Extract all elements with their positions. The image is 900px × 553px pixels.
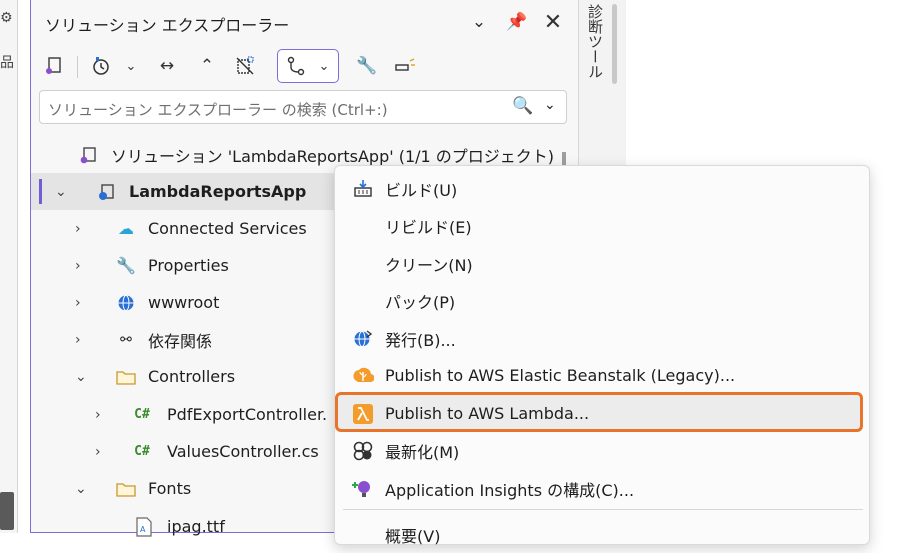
publish-globe-icon (351, 327, 375, 351)
chevron-down-icon: ⌄ (318, 58, 330, 74)
modernize-icon (351, 439, 375, 463)
diagnostic-tools-tab[interactable]: 診断ツール (585, 4, 606, 79)
tree-item-label: 依存関係 (148, 331, 213, 351)
menu-item-modernize[interactable]: 最新化(M) (341, 432, 863, 469)
chevron-right-icon[interactable]: › (95, 444, 101, 460)
menu-item-label: Publish to AWS Lambda... (385, 404, 590, 423)
sync-arrows-icon[interactable]: ↔ (153, 52, 181, 80)
connected-services-icon: ☁ (118, 219, 134, 238)
solution-icon (77, 144, 99, 166)
wrench-icon: 🔧 (116, 256, 136, 275)
tree-item-label: ValuesController.cs (167, 442, 319, 461)
tree-item-label: Controllers (148, 367, 236, 386)
pending-changes-icon[interactable] (87, 52, 115, 80)
chevron-down-icon[interactable]: ⌄ (75, 369, 87, 385)
context-menu: ビルド(U) リビルド(E) クリーン(N) パック(P) 発行(B)... P… (334, 165, 870, 546)
chevron-right-icon[interactable]: › (75, 221, 81, 237)
chevron-down-icon[interactable]: ⌄ (465, 8, 493, 36)
explorer-toolbar: ⌄ ↔ ⌃ ⌄ 🔧 (31, 46, 577, 86)
left-tool-strip: ⚙ 品 (0, 0, 18, 533)
font-file-icon: A (133, 516, 155, 538)
menu-item-publish[interactable]: 発行(B)... (341, 320, 863, 357)
menu-item-rebuild[interactable]: リビルド(E) (341, 207, 863, 244)
git-filter-button[interactable]: ⌄ (277, 49, 339, 83)
svg-text:A: A (140, 525, 146, 534)
csharp-icon: C# (134, 407, 150, 422)
selection-marker (39, 179, 42, 204)
chevron-down-icon[interactable]: ⌄ (544, 97, 556, 113)
web-project-icon (95, 181, 117, 203)
globe-icon (115, 292, 137, 314)
search-input[interactable]: ソリューション エクスプローラー の検索 (Ctrl+:) (48, 99, 388, 120)
gear-icon[interactable]: ⚙ (0, 10, 13, 26)
search-icon[interactable]: 🔍 (512, 96, 533, 116)
wrench-icon[interactable]: 🔧 (353, 52, 381, 80)
csharp-icon: C# (134, 444, 150, 459)
menu-item-label: Publish to AWS Elastic Beanstalk (Legacy… (385, 366, 736, 385)
tree-item-label: PdfExportController. (167, 405, 328, 424)
tree-item-label: ソリューション 'LambdaReportsApp' (1/1 のプロジェクト) (111, 146, 555, 166)
chevron-right-icon[interactable]: › (75, 258, 81, 274)
menu-item-label: パック(P) (385, 292, 456, 312)
tree-item-label: ipag.ttf (167, 517, 225, 536)
preview-icon[interactable] (391, 52, 419, 80)
menu-item-publish-lambda[interactable]: Publish to AWS Lambda... (341, 395, 863, 432)
chevron-right-icon[interactable]: › (75, 332, 81, 348)
menu-item-label: Application Insights の構成(C)... (385, 480, 635, 500)
menu-item-clean[interactable]: クリーン(N) (341, 245, 863, 282)
folder-icon (115, 478, 137, 500)
menu-item-label: 最新化(M) (385, 442, 460, 462)
chevron-right-icon[interactable]: › (95, 407, 101, 423)
chevron-right-icon[interactable]: › (75, 295, 81, 311)
menu-item-overview[interactable]: 概要(V) (341, 516, 863, 553)
tree-item-label: LambdaReportsApp (129, 182, 307, 201)
build-icon (351, 177, 375, 201)
explorer-title-bar: ソリューション エクスプローラー ⌄ 📌 ✕ (31, 0, 577, 44)
scrollbar-thumb[interactable] (612, 4, 617, 84)
left-scroll-thumb[interactable] (0, 492, 14, 530)
menu-item-label: クリーン(N) (385, 255, 473, 275)
show-all-files-icon[interactable] (231, 52, 259, 80)
chevron-down-icon[interactable]: ⌄ (55, 184, 67, 200)
menu-item-label: 概要(V) (385, 526, 441, 546)
menu-item-label: 発行(B)... (385, 330, 456, 350)
tree-item-label: wwwroot (148, 293, 220, 312)
close-icon[interactable]: ✕ (539, 8, 567, 36)
aws-beanstalk-icon (351, 364, 375, 388)
switch-views-icon[interactable] (39, 52, 67, 80)
tree-item-label: Fonts (148, 479, 192, 498)
dependencies-icon: ⚯ (120, 331, 132, 348)
chevron-down-icon[interactable]: ⌄ (75, 481, 87, 497)
pin-icon[interactable]: 📌 (503, 8, 531, 36)
branch-icon (282, 52, 310, 80)
menu-item-pack[interactable]: パック(P) (341, 282, 863, 319)
menu-item-build[interactable]: ビルド(U) (341, 170, 863, 207)
menu-item-label: ビルド(U) (385, 180, 458, 200)
chevron-down-icon[interactable]: ⌄ (117, 52, 145, 80)
folder-icon (115, 366, 137, 388)
app-insights-icon (351, 477, 375, 501)
tree-item-label: Properties (148, 256, 229, 275)
menu-item-label: リビルド(E) (385, 217, 472, 237)
explorer-title: ソリューション エクスプローラー (45, 16, 290, 35)
tree-item-label: Connected Services (148, 219, 307, 238)
menu-separator (343, 509, 863, 510)
aws-lambda-icon (351, 402, 375, 426)
toolbar-divider (77, 56, 78, 78)
menu-item-publish-beanstalk[interactable]: Publish to AWS Elastic Beanstalk (Legacy… (341, 357, 863, 394)
collapse-all-icon[interactable]: ⌃ (193, 52, 221, 80)
menu-item-app-insights[interactable]: Application Insights の構成(C)... (341, 470, 863, 507)
search-box[interactable]: ソリューション エクスプローラー の検索 (Ctrl+:) 🔍 ⌄ (39, 90, 567, 124)
tab-icon[interactable]: 品 (0, 52, 14, 72)
